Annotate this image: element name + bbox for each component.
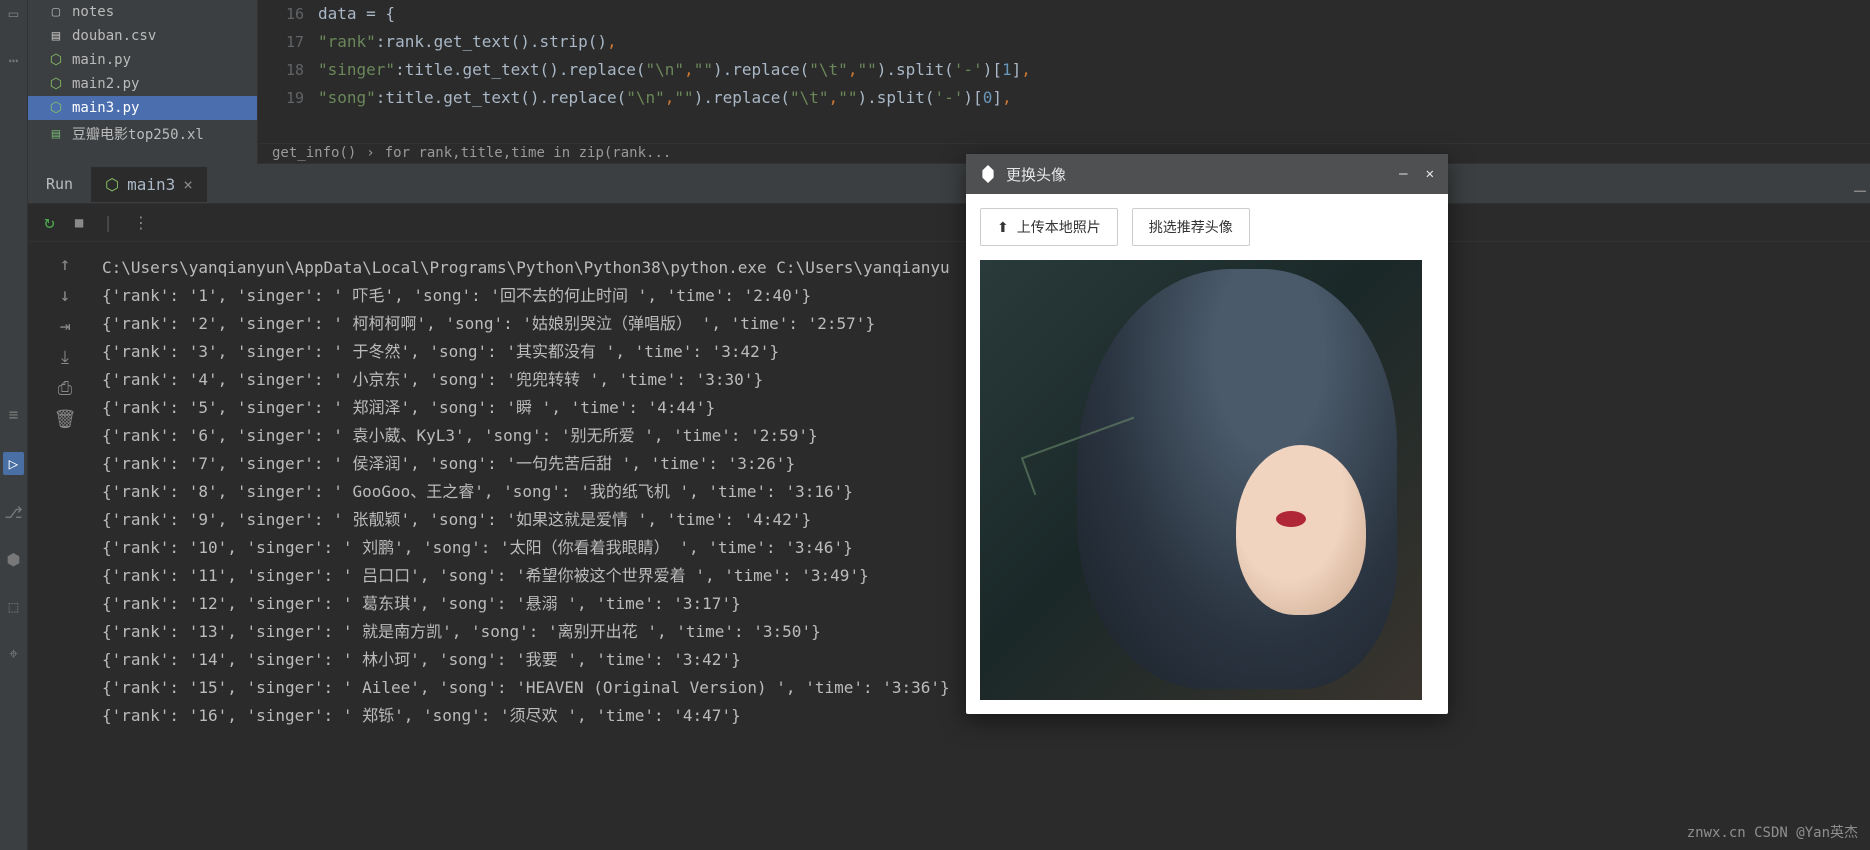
tree-item[interactable]: ▢ notes — [28, 0, 257, 24]
services-icon[interactable]: ⬢ — [7, 550, 21, 569]
soft-wrap-icon[interactable]: ⇥ — [60, 316, 71, 337]
csv-file-icon: ▤ — [48, 28, 64, 44]
py-file-icon: ⬡ — [48, 76, 64, 92]
tree-item[interactable]: ⬡ main.py — [28, 48, 257, 72]
project-sidebar: ▢ notes ▤ douban.csv ⬡ main.py ⬡ main2.py ⬡ main3… — [28, 0, 258, 164]
run-tab[interactable]: ⬡ main3 × — [91, 165, 207, 202]
tree-item[interactable]: ▤ 豆瓣电影top250.xl — [28, 120, 257, 148]
tree-item[interactable]: ⬡ main2.py — [28, 72, 257, 96]
run-gutter: ↑ ↓ ⇥ ⤓ ⎙ 🗑 — [28, 242, 102, 850]
tree-item-label: notes — [72, 4, 114, 20]
dialog-title: 更换头像 — [1006, 164, 1066, 185]
structure-icon[interactable]: ≡ — [9, 405, 19, 424]
xls-file-icon: ▤ — [48, 126, 64, 142]
tree-item[interactable]: ▤ douban.csv — [28, 24, 257, 48]
breadcrumb-item[interactable]: for rank,title,time in zip(rank... — [385, 145, 672, 161]
down-icon[interactable]: ↓ — [60, 285, 71, 306]
py-file-icon: ⬡ — [48, 100, 64, 116]
upload-icon: ⬆ — [997, 219, 1009, 236]
avatar-preview[interactable] — [980, 260, 1422, 700]
more-icon[interactable]: ⋯ — [9, 51, 19, 70]
minimize-icon[interactable]: — — [1854, 178, 1866, 202]
folder-file-icon: ▢ — [48, 4, 64, 20]
run-label: Run — [28, 175, 91, 193]
trash-icon[interactable]: 🗑 — [54, 409, 77, 430]
watermark: znwx.cn CSDN @Yan英杰 — [1687, 822, 1858, 842]
activity-bar: ▭ ⋯ ≡ ▷ ⎇ ⬢ ⬚ ⌖ — [0, 0, 28, 850]
editor-window-controls: — — [1850, 174, 1870, 206]
git-icon[interactable]: ⎇ — [4, 503, 22, 522]
stop-icon[interactable]: ■ — [75, 215, 83, 231]
code-editor[interactable]: data = { "rank":rank.get_text().strip(),… — [318, 0, 1870, 143]
minimize-icon[interactable]: — — [1399, 166, 1407, 182]
tree-item-label: douban.csv — [72, 28, 156, 44]
python-file-icon: ⬡ — [105, 175, 119, 194]
qq-penguin-icon — [980, 165, 996, 183]
rerun-icon[interactable]: ↻ — [44, 212, 55, 233]
tree-item-label: main.py — [72, 52, 131, 68]
tree-item[interactable]: ⬡ main3.py — [28, 96, 257, 120]
tree-item-label: main3.py — [72, 100, 139, 116]
run-tool-header: Run ⬡ main3 × — [28, 164, 1870, 204]
upload-local-button[interactable]: ⬆ 上传本地照片 — [980, 208, 1118, 246]
dialog-titlebar[interactable]: 更换头像 — ✕ — [966, 154, 1448, 194]
close-icon[interactable]: ✕ — [1426, 166, 1434, 182]
scroll-end-icon[interactable]: ⤓ — [61, 347, 69, 368]
tree-item-label: main2.py — [72, 76, 139, 92]
problems-icon[interactable]: ⬚ — [9, 597, 19, 616]
run-icon[interactable]: ▷ — [3, 452, 25, 475]
more-icon[interactable]: ⋮ — [133, 213, 149, 232]
close-icon[interactable]: × — [183, 175, 193, 194]
print-icon[interactable]: ⎙ — [58, 378, 72, 399]
tree-item-label: 豆瓣电影top250.xl — [72, 124, 204, 144]
terminal-icon[interactable]: ⌖ — [9, 644, 18, 664]
run-tab-name: main3 — [127, 175, 175, 194]
up-icon[interactable]: ↑ — [60, 254, 71, 275]
choose-recommended-button[interactable]: 挑选推荐头像 — [1132, 208, 1250, 246]
line-gutter: 16171819 — [258, 0, 318, 143]
change-avatar-dialog: 更换头像 — ✕ ⬆ 上传本地照片 挑选推荐头像 — [966, 154, 1448, 714]
project-icon[interactable]: ▭ — [9, 4, 19, 23]
py-file-icon: ⬡ — [48, 52, 64, 68]
breadcrumb-item[interactable]: get_info() — [272, 145, 356, 161]
